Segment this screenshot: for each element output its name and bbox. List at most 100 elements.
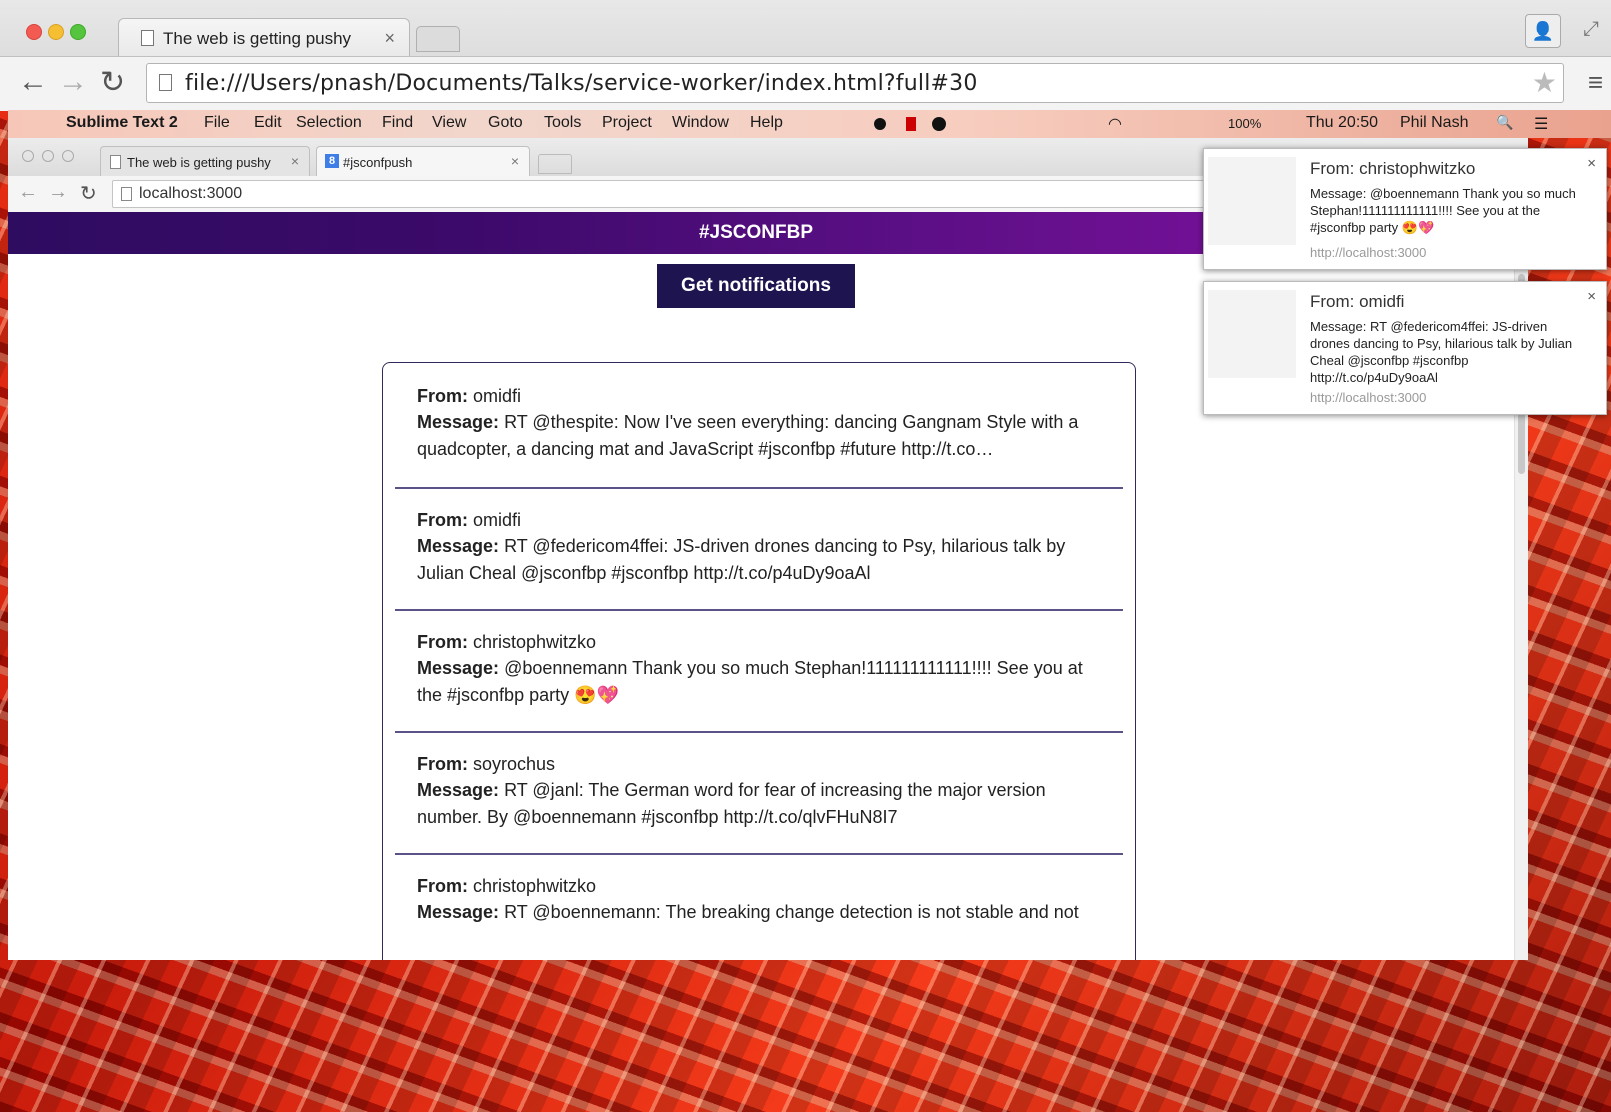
minimize-window-button[interactable]	[42, 150, 54, 162]
from-label: From:	[417, 632, 468, 652]
message-label: Message:	[417, 536, 500, 556]
spotlight-search-icon[interactable]: 🔍	[1496, 114, 1513, 131]
address-bar-url[interactable]: file:///Users/pnash/Documents/Talks/serv…	[185, 71, 978, 96]
battery-status[interactable]: 100%	[1228, 116, 1261, 131]
forward-arrow-icon[interactable]: →	[48, 181, 68, 204]
close-window-button[interactable]	[22, 150, 34, 162]
notification-origin: http://localhost:3000	[1310, 245, 1427, 260]
menu-find[interactable]: Find	[382, 114, 413, 132]
menu-edit[interactable]: Edit	[254, 114, 282, 132]
from-line: From: soyrochus	[417, 751, 1107, 778]
close-window-button[interactable]	[26, 24, 42, 40]
notification-origin: http://localhost:3000	[1310, 390, 1427, 405]
from-value: soyrochus	[473, 754, 556, 774]
get-notifications-button[interactable]: Get notifications	[657, 264, 855, 308]
message-line: Message: @boennemann Thank you so much S…	[417, 655, 1107, 709]
menu-window[interactable]: Window	[672, 114, 729, 132]
message-label: Message:	[417, 412, 500, 432]
notification-center-icon[interactable]: ☰	[1534, 114, 1548, 134]
menu-project[interactable]: Project	[602, 114, 652, 132]
desktop-notification[interactable]: From: christophwitzko Message: @boennema…	[1203, 148, 1607, 270]
chrome-menu-icon[interactable]: ≡	[1588, 67, 1603, 98]
mac-menubar: Sublime Text 2 File Edit Selection Find …	[8, 110, 1611, 138]
from-value: christophwitzko	[473, 632, 597, 652]
page-title: #JSCONFBP	[698, 222, 814, 243]
message-value: @boennemann Thank you so much Stephan!11…	[417, 658, 1083, 705]
message-value: RT @federicom4ffei: JS-driven drones dan…	[417, 536, 1066, 583]
close-tab-icon[interactable]: ×	[291, 153, 299, 169]
list-item: From: omidfi Message: RT @thespite: Now …	[395, 363, 1123, 489]
message-line: Message: RT @federicom4ffei: JS-driven d…	[417, 533, 1107, 587]
notification-message: Message: @boennemann Thank you so much S…	[1310, 186, 1576, 235]
clock[interactable]: Thu 20:50	[1306, 114, 1378, 132]
status-icon[interactable]	[874, 118, 886, 130]
from-label: From:	[417, 510, 468, 530]
list-item: From: christophwitzko Message: @boennema…	[395, 609, 1123, 733]
close-tab-icon[interactable]: ×	[384, 28, 395, 49]
message-line: Message: RT @janl: The German word for f…	[417, 777, 1107, 831]
notification-message: Message: RT @federicom4ffei: JS-driven d…	[1310, 319, 1573, 385]
back-arrow-icon[interactable]: ←	[18, 65, 48, 99]
forward-arrow-icon[interactable]: →	[58, 65, 88, 99]
inner-tab-title: #jsconfpush	[343, 155, 413, 170]
from-label: From:	[417, 876, 468, 896]
page-icon	[121, 187, 132, 201]
notification-icon	[1208, 157, 1296, 245]
profile-icon[interactable]: 👤	[1525, 14, 1561, 48]
menu-goto[interactable]: Goto	[488, 114, 523, 132]
notification-title: From: christophwitzko	[1310, 159, 1476, 178]
message-value: RT @boennemann: The breaking change dete…	[504, 902, 1079, 922]
close-icon[interactable]: ×	[1587, 155, 1596, 172]
notification-icon	[1208, 290, 1296, 378]
desktop-notification[interactable]: From: omidfi Message: RT @federicom4ffei…	[1203, 281, 1607, 415]
message-label: Message:	[417, 658, 500, 678]
from-value: omidfi	[473, 510, 522, 530]
wifi-icon[interactable]: ◠	[1108, 114, 1122, 134]
from-value: christophwitzko	[473, 876, 597, 896]
inner-tab-title: The web is getting pushy	[127, 155, 271, 170]
back-arrow-icon[interactable]: ←	[18, 181, 38, 204]
menu-file[interactable]: File	[204, 114, 230, 132]
message-label: Message:	[417, 902, 500, 922]
menu-view[interactable]: View	[432, 114, 466, 132]
outer-toolbar: ← → ↻ file:///Users/pnash/Documents/Talk…	[0, 56, 1611, 111]
zoom-window-button[interactable]	[62, 150, 74, 162]
inner-tab-slides[interactable]: The web is getting pushy ×	[100, 146, 310, 177]
reload-icon[interactable]: ↻	[100, 65, 125, 100]
message-value: RT @thespite: Now I've seen everything: …	[417, 412, 1079, 459]
page-icon	[159, 74, 172, 91]
from-label: From:	[417, 386, 468, 406]
inner-tab-jsconfpush[interactable]: 8 #jsconfpush ×	[316, 146, 530, 177]
inner-address-bar[interactable]: localhost:3000	[112, 180, 1214, 208]
outer-tab-title: The web is getting pushy	[163, 29, 352, 48]
new-tab-button[interactable]	[538, 154, 572, 174]
app-name-menu[interactable]: Sublime Text 2	[66, 114, 178, 132]
fullscreen-icon[interactable]: ⤢	[1583, 18, 1599, 41]
from-line: From: christophwitzko	[417, 629, 1107, 656]
bookmark-star-icon[interactable]: ★	[1532, 66, 1557, 99]
from-line: From: omidfi	[417, 507, 1107, 534]
reload-icon[interactable]: ↻	[80, 181, 97, 206]
close-icon[interactable]: ×	[1587, 288, 1596, 305]
menu-selection[interactable]: Selection	[296, 114, 362, 132]
status-icon[interactable]	[906, 117, 916, 131]
message-line: Message: RT @thespite: Now I've seen eve…	[417, 409, 1107, 463]
user-menu[interactable]: Phil Nash	[1400, 114, 1468, 132]
menu-tools[interactable]: Tools	[544, 114, 581, 132]
new-tab-button[interactable]	[416, 26, 460, 52]
status-icon[interactable]	[932, 117, 946, 131]
list-item: From: christophwitzko Message: RT @boenn…	[395, 853, 1123, 960]
from-value: omidfi	[473, 386, 522, 406]
from-line: From: omidfi	[417, 383, 1107, 410]
close-tab-icon[interactable]: ×	[511, 153, 519, 169]
zoom-window-button[interactable]	[70, 24, 86, 40]
document-icon	[141, 30, 154, 46]
message-label: Message:	[417, 780, 500, 800]
outer-tab[interactable]: The web is getting pushy ×	[118, 18, 410, 57]
menu-help[interactable]: Help	[750, 114, 783, 132]
inner-address-url[interactable]: localhost:3000	[139, 185, 242, 203]
message-line: Message: RT @boennemann: The breaking ch…	[417, 899, 1107, 926]
minimize-window-button[interactable]	[48, 24, 64, 40]
notification-title: From: omidfi	[1310, 292, 1405, 311]
address-bar[interactable]: file:///Users/pnash/Documents/Talks/serv…	[146, 63, 1564, 103]
